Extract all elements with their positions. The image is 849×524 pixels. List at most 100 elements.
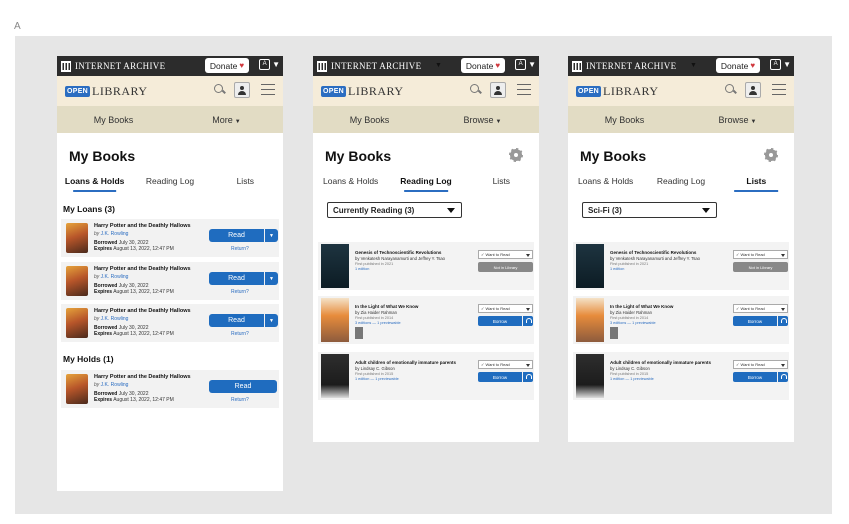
nav-browse[interactable]: Browse ▼ (681, 115, 794, 125)
read-dropdown-icon[interactable]: ▼ (265, 229, 278, 242)
borrow-button[interactable]: Borrow (478, 316, 522, 326)
read-button[interactable]: Read (209, 229, 264, 242)
book-title[interactable]: Genesis of Technoscientific Revolutions (610, 250, 725, 255)
book-cover[interactable] (321, 354, 349, 398)
headphones-icon[interactable] (523, 372, 533, 382)
hamburger-menu-icon[interactable] (261, 84, 275, 95)
book-cover[interactable] (576, 354, 604, 398)
gear-icon[interactable] (509, 148, 523, 162)
tab-lists[interactable]: Lists (208, 176, 283, 194)
author-link[interactable]: J.K. Rowling (101, 382, 129, 388)
tab-loans-holds[interactable]: Loans & Holds (568, 176, 643, 194)
open-library-logo[interactable]: OPEN LIBRARY (576, 84, 659, 99)
headphones-icon[interactable] (778, 316, 788, 326)
nav-more[interactable]: More ▼ (170, 115, 283, 125)
donate-button[interactable]: Donate ♥ (461, 58, 505, 73)
donate-button[interactable]: Donate ♥ (716, 58, 760, 73)
book-title[interactable]: Adult children of emotionally immature p… (610, 360, 725, 365)
gear-icon[interactable] (764, 148, 778, 162)
book-title[interactable]: Harry Potter and the Deathly Hallows (94, 266, 191, 272)
account-icon[interactable] (490, 82, 506, 98)
open-library-logo[interactable]: OPEN LIBRARY (321, 84, 404, 99)
book-cover[interactable] (66, 374, 88, 404)
donate-button[interactable]: Donate ♥ (205, 58, 249, 73)
internet-archive-logo[interactable]: INTERNET ARCHIVE (572, 60, 676, 72)
hamburger-menu-icon[interactable] (517, 84, 531, 95)
editions-link[interactable]: 3 editions — 1 previewable (355, 321, 401, 325)
editions-link[interactable]: 1 edition (610, 267, 624, 271)
tab-reading-log[interactable]: Reading Log (643, 176, 718, 194)
internet-archive-logo[interactable]: INTERNET ARCHIVE (317, 60, 421, 72)
tab-lists[interactable]: Lists (464, 176, 539, 194)
author-link[interactable]: J.K. Rowling (101, 231, 129, 237)
search-icon[interactable] (470, 84, 481, 95)
tab-reading-log[interactable]: Reading Log (132, 176, 207, 194)
account-icon[interactable] (745, 82, 761, 98)
book-cover[interactable] (66, 223, 88, 253)
nav-my-books[interactable]: My Books (313, 115, 426, 125)
language-selector[interactable]: A ▼ (259, 59, 280, 70)
shelf-select[interactable]: Currently Reading (3) (327, 202, 462, 218)
tab-reading-log[interactable]: Reading Log (388, 176, 463, 194)
headphones-icon[interactable] (523, 316, 533, 326)
author-link[interactable]: J.K. Rowling (101, 316, 129, 322)
account-icon[interactable] (234, 82, 250, 98)
nav-browse[interactable]: Browse ▼ (426, 115, 539, 125)
nav-my-books[interactable]: My Books (568, 115, 681, 125)
book-title[interactable]: Harry Potter and the Deathly Hallows (94, 308, 191, 314)
preview-thumbnail[interactable] (610, 327, 618, 339)
book-title[interactable]: Genesis of Technoscientific Revolutions (355, 250, 470, 255)
read-button[interactable]: Read (209, 380, 277, 393)
read-dropdown-icon[interactable]: ▼ (265, 314, 278, 327)
internet-archive-logo[interactable]: INTERNET ARCHIVE (61, 60, 165, 72)
search-icon[interactable] (214, 84, 225, 95)
headphones-icon[interactable] (778, 372, 788, 382)
editions-link[interactable]: 1 edition — 1 previewable (355, 377, 399, 381)
want-to-read-select[interactable]: ✓ Want to Read (478, 250, 533, 259)
borrow-button[interactable]: Borrow (478, 372, 522, 382)
want-to-read-select[interactable]: ✓ Want to Read (733, 360, 788, 369)
list-select[interactable]: Sci-Fi (3) (582, 202, 717, 218)
return-link[interactable]: Return? (231, 331, 249, 337)
language-selector[interactable]: A ▼ (515, 59, 536, 70)
return-link[interactable]: Return? (231, 289, 249, 295)
editions-link[interactable]: 1 edition — 1 previewable (610, 377, 654, 381)
want-to-read-select[interactable]: ✓ Want to Read (733, 250, 788, 259)
caret-down-icon[interactable]: ▼ (690, 62, 697, 69)
open-library-logo[interactable]: OPEN LIBRARY (65, 84, 148, 99)
editions-link[interactable]: 3 editions — 1 previewable (610, 321, 656, 325)
book-cover[interactable] (66, 266, 88, 296)
tab-loans-holds[interactable]: Loans & Holds (57, 176, 132, 194)
read-dropdown-icon[interactable]: ▼ (265, 272, 278, 285)
search-icon[interactable] (725, 84, 736, 95)
book-cover[interactable] (321, 244, 349, 288)
language-selector[interactable]: A ▼ (770, 59, 791, 70)
book-title[interactable]: In the Light of What We Know (610, 304, 725, 309)
tab-lists[interactable]: Lists (719, 176, 794, 194)
tab-loans-holds[interactable]: Loans & Holds (313, 176, 388, 194)
borrow-button[interactable]: Borrow (733, 372, 777, 382)
caret-down-icon[interactable]: ▼ (435, 62, 442, 69)
book-title[interactable]: Adult children of emotionally immature p… (355, 360, 470, 365)
chevron-down-icon (447, 208, 455, 213)
book-cover[interactable] (321, 298, 349, 342)
author-link[interactable]: J.K. Rowling (101, 274, 129, 280)
book-cover[interactable] (66, 308, 88, 338)
return-link[interactable]: Return? (231, 397, 249, 403)
return-link[interactable]: Return? (231, 246, 249, 252)
book-title[interactable]: Harry Potter and the Deathly Hallows (94, 374, 191, 380)
want-to-read-select[interactable]: ✓ Want to Read (478, 360, 533, 369)
book-cover[interactable] (576, 298, 604, 342)
hamburger-menu-icon[interactable] (772, 84, 786, 95)
editions-link[interactable]: 1 edition (355, 267, 369, 271)
read-button[interactable]: Read (209, 272, 264, 285)
book-title[interactable]: In the Light of What We Know (355, 304, 470, 309)
preview-thumbnail[interactable] (355, 327, 363, 339)
borrow-button[interactable]: Borrow (733, 316, 777, 326)
want-to-read-select[interactable]: ✓ Want to Read (733, 304, 788, 313)
want-to-read-select[interactable]: ✓ Want to Read (478, 304, 533, 313)
book-title[interactable]: Harry Potter and the Deathly Hallows (94, 223, 191, 229)
book-cover[interactable] (576, 244, 604, 288)
nav-my-books[interactable]: My Books (57, 115, 170, 125)
read-button[interactable]: Read (209, 314, 264, 327)
